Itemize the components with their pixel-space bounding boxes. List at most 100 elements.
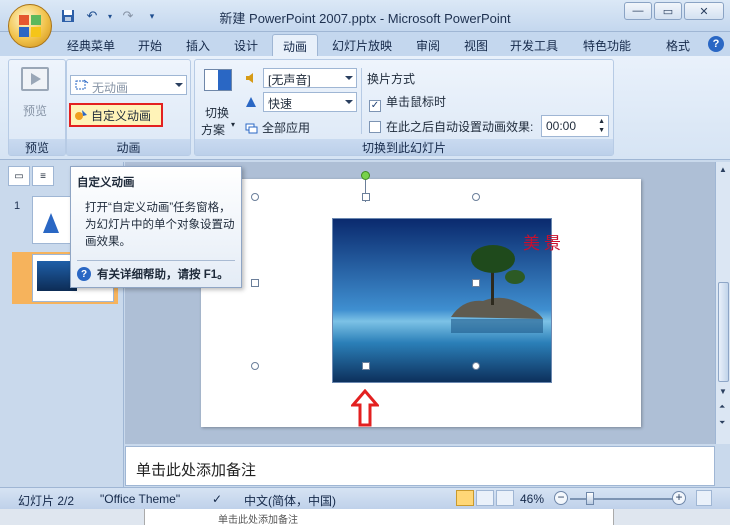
fit-window-icon[interactable]	[696, 490, 712, 506]
chevron-down-icon	[175, 83, 183, 87]
slide-info: 幻灯片 2/2	[18, 494, 75, 508]
outline-tab-icon[interactable]: ≡	[32, 166, 54, 186]
tab-insert[interactable]: 插入	[176, 34, 220, 56]
on-click-checkbox[interactable]: ✓	[369, 100, 381, 112]
slide-sorter-icon[interactable]	[476, 490, 494, 506]
background-window: 单击此处添加备注	[0, 509, 730, 525]
sound-combo-value: [无声音]	[268, 73, 311, 87]
sound-icon	[244, 71, 258, 85]
apply-all-label: 全部应用	[262, 121, 311, 135]
tab-slideshow[interactable]: 幻灯片放映	[322, 34, 402, 56]
office-button[interactable]	[8, 4, 52, 48]
scheme-dropdown-icon[interactable]: ▾	[231, 120, 235, 129]
animate-combo-value: 无动画	[92, 81, 129, 95]
preview-button[interactable]: 预览	[23, 102, 47, 119]
rotation-handle[interactable]	[361, 171, 370, 180]
scroll-up-icon[interactable]: ▲	[719, 165, 727, 174]
next-slide-icon[interactable]: ⏷	[719, 418, 725, 428]
transition-group-label: 切换到此幻灯片	[195, 139, 613, 155]
tab-review[interactable]: 审阅	[406, 34, 450, 56]
tab-home[interactable]: 开始	[128, 34, 172, 56]
scheme-label-1[interactable]: 切换	[205, 104, 229, 121]
resize-handle[interactable]	[472, 193, 480, 201]
tab-classic-menu[interactable]: 经典菜单	[60, 34, 122, 56]
custom-animation-label: 自定义动画	[91, 108, 152, 123]
tooltip-help-text: 有关详细帮助，请按 F1。	[97, 269, 229, 281]
tab-format[interactable]: 格式	[656, 34, 700, 56]
resize-handle[interactable]	[472, 362, 480, 370]
group-divider	[361, 68, 362, 134]
language[interactable]: 中文(简体，中国)	[244, 492, 336, 509]
apply-all-button[interactable]: 全部应用	[245, 119, 310, 136]
zoom-in-icon[interactable]: +	[672, 491, 686, 505]
resize-handle[interactable]	[251, 362, 259, 370]
resize-handle[interactable]	[362, 193, 370, 201]
scroll-thumb[interactable]	[718, 282, 729, 382]
resize-handle[interactable]	[251, 193, 259, 201]
tab-view[interactable]: 视图	[454, 34, 498, 56]
resize-handle[interactable]	[362, 362, 370, 370]
transition-scheme-icon[interactable]	[204, 69, 232, 91]
normal-view-icon[interactable]	[456, 490, 474, 506]
animate-combo[interactable]: 无动画	[70, 75, 187, 95]
help-icon[interactable]: ?	[708, 36, 724, 52]
zoom-slider-thumb[interactable]	[586, 492, 594, 505]
resize-handle[interactable]	[472, 279, 480, 287]
slide-caption[interactable]: 美景	[523, 229, 565, 254]
status-bar: 幻灯片 2/2 "Office Theme" ✓ 中文(简体，中国) 46% −…	[0, 487, 730, 509]
slideshow-icon[interactable]	[496, 490, 514, 506]
title-bar: ↶ ▾ ↷ ▾ 新建 PowerPoint 2007.pptx - Micros…	[0, 0, 730, 32]
tooltip-help: ? 有关详细帮助，请按 F1。	[77, 266, 229, 282]
window-controls: — ▭ ✕	[624, 2, 724, 20]
scroll-down-icon[interactable]: ▼	[719, 387, 727, 396]
thumb-number: 1	[14, 200, 21, 212]
landscape-picture[interactable]	[332, 218, 552, 383]
on-click-label: 单击鼠标时	[386, 95, 447, 109]
slides-tab-icon[interactable]: ▭	[8, 166, 30, 186]
custom-animation-button[interactable]: 自定义动画	[69, 103, 163, 127]
island-photo	[333, 219, 551, 382]
slide-canvas[interactable]: 美景	[201, 171, 641, 427]
speed-combo[interactable]: 快速	[263, 92, 357, 112]
tab-features[interactable]: 特色功能	[570, 34, 644, 56]
previous-slide-icon[interactable]: ⏶	[719, 402, 725, 412]
notes-placeholder[interactable]: 单击此处添加备注	[136, 459, 256, 480]
auto-after-label: 在此之后自动设置动画效果:	[386, 120, 534, 134]
auto-after-checkbox[interactable]	[369, 121, 381, 133]
custom-animation-icon	[74, 108, 88, 122]
theme-name[interactable]: "Office Theme"	[100, 492, 180, 506]
zoom-level[interactable]: 46%	[520, 492, 544, 506]
apply-all-icon	[245, 121, 259, 135]
tab-design[interactable]: 设计	[224, 34, 268, 56]
auto-after-option[interactable]: 在此之后自动设置动画效果:	[369, 118, 533, 135]
arrow-up-icon	[351, 389, 379, 427]
resize-handle[interactable]	[251, 279, 259, 287]
tab-developer[interactable]: 开发工具	[502, 34, 566, 56]
office-logo-icon	[19, 15, 41, 37]
tooltip-body: 打开“自定义动画”任务窗格，为幻灯片中的单个对象设置动画效果。	[85, 202, 235, 248]
maximize-icon[interactable]: ▭	[654, 2, 682, 20]
spellcheck-icon[interactable]: ✓	[212, 492, 222, 506]
tooltip-divider	[77, 260, 235, 261]
pane-tabs: ▭ ≡	[8, 166, 56, 188]
auto-time-input[interactable]: 00:00 ▲ ▼	[541, 115, 609, 137]
zoom-out-icon[interactable]: −	[554, 491, 568, 505]
help-icon: ?	[77, 267, 91, 281]
advance-title: 换片方式	[367, 72, 416, 86]
ribbon: 预览 预览 无动画 动画 自定义动画 切换 方案 ▾ [无声音] 快速 全部应用…	[0, 56, 730, 160]
vertical-scrollbar[interactable]: ▲ ▼ ⏶ ⏷	[715, 162, 730, 444]
on-click-option[interactable]: ✓ 单击鼠标时	[369, 93, 446, 112]
scheme-label-2[interactable]: 方案	[201, 121, 225, 138]
close-icon[interactable]: ✕	[684, 2, 724, 20]
tooltip-title: 自定义动画	[77, 177, 135, 189]
ribbon-tabs: 经典菜单 开始 插入 设计 动画 幻灯片放映 审阅 视图 开发工具 特色功能 格…	[0, 32, 730, 56]
preview-group-label: 预览	[9, 139, 65, 155]
spin-arrows-icon[interactable]: ▲ ▼	[598, 117, 605, 135]
sound-combo[interactable]: [无声音]	[263, 68, 357, 88]
tab-animation[interactable]: 动画	[272, 34, 318, 56]
notes-pane[interactable]: 单击此处添加备注	[125, 446, 715, 486]
speed-combo-value: 快速	[268, 97, 293, 111]
minimize-icon[interactable]: —	[624, 2, 652, 20]
preview-icon[interactable]	[21, 67, 49, 91]
preview-group: 预览 预览	[8, 59, 66, 156]
